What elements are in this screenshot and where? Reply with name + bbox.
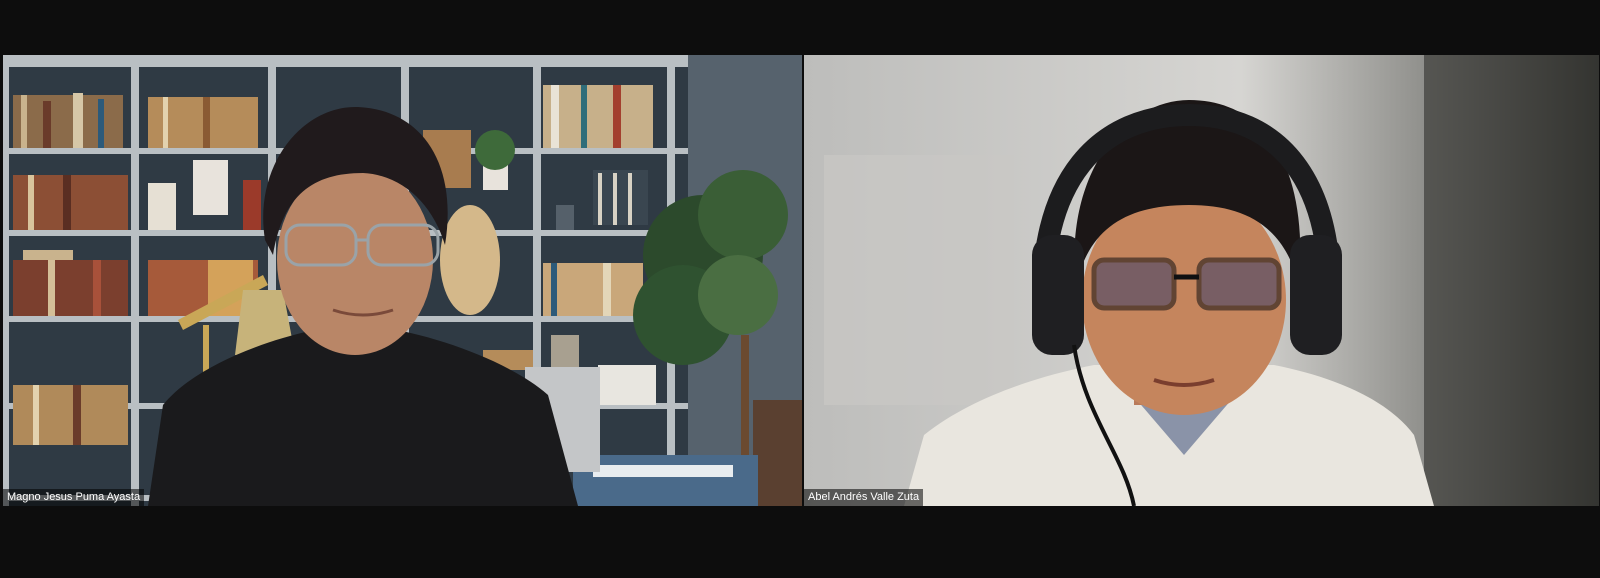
participant-video-tile[interactable]: Abel Andrés Valle Zuta [804,55,1599,506]
participant-video-tile[interactable]: Magno Jesus Puma Ayasta [3,55,802,506]
participant-video-feed [3,55,802,506]
participant-name-label: Abel Andrés Valle Zuta [804,489,924,506]
participant-name-label: Magno Jesus Puma Ayasta [3,489,145,506]
participant-video-feed [804,55,1599,506]
